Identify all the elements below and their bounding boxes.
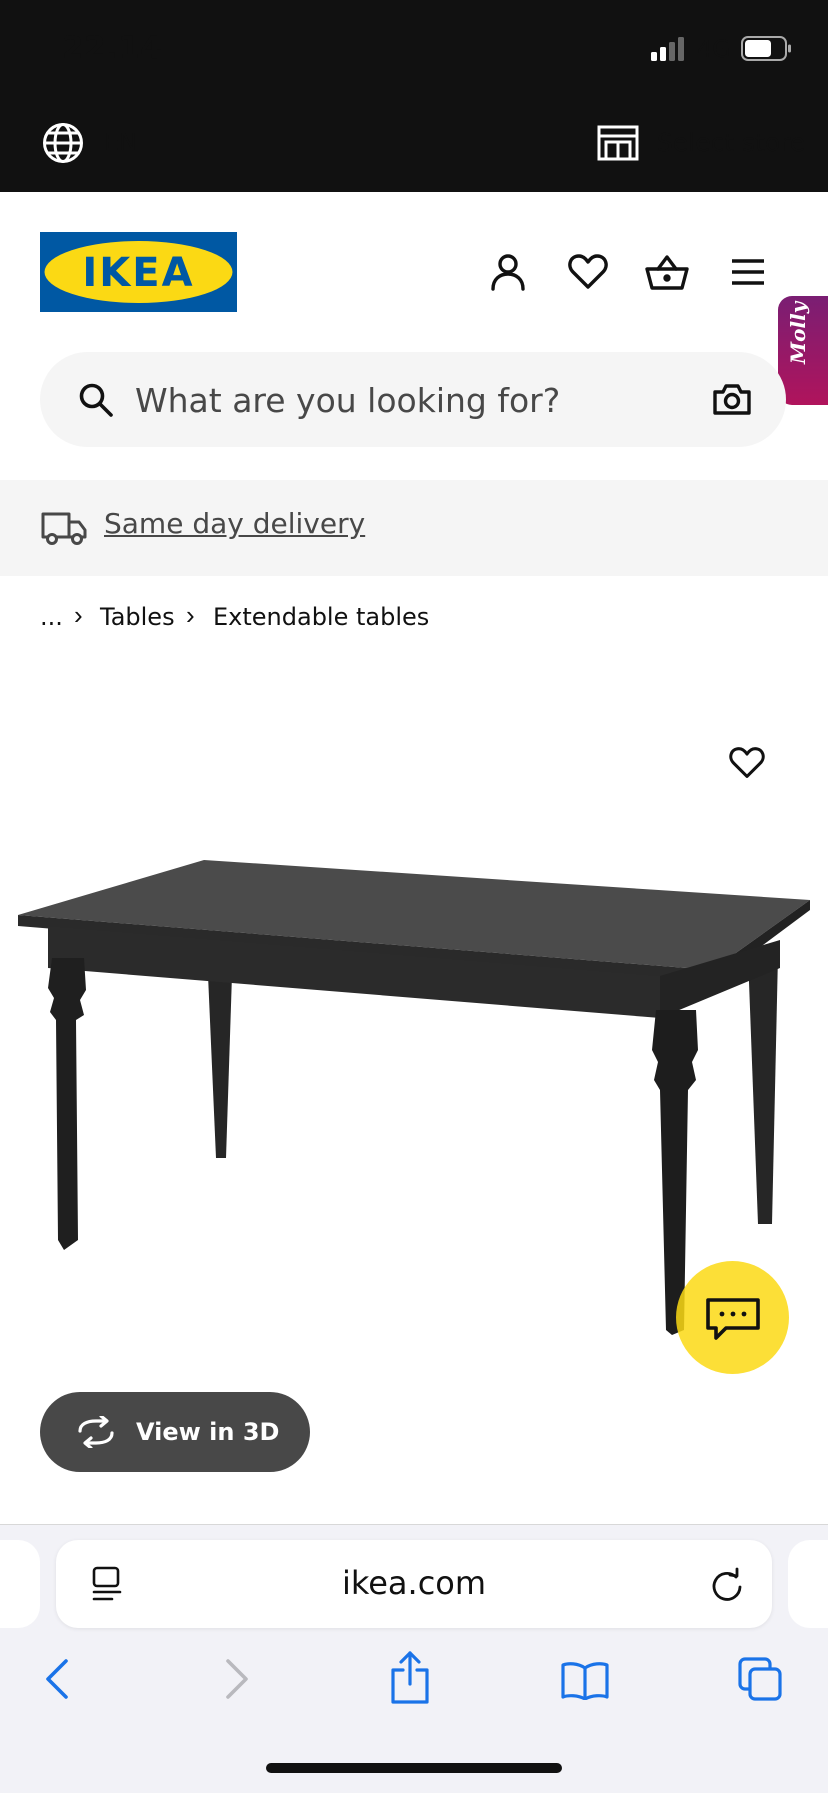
truck-icon (41, 510, 87, 546)
previous-tab-preview[interactable] (0, 1540, 40, 1628)
signal-icon (651, 37, 689, 61)
ikea-logo[interactable]: IKEA (40, 232, 237, 312)
network-type: 4G (697, 35, 731, 63)
basket-icon[interactable] (645, 252, 689, 292)
home-indicator (266, 1763, 562, 1773)
reload-icon[interactable] (710, 1566, 744, 1602)
tabs-icon[interactable] (737, 1656, 783, 1702)
person-icon[interactable] (488, 252, 528, 292)
globe-icon[interactable] (42, 122, 84, 164)
heart-icon[interactable] (567, 253, 609, 291)
breadcrumb-extendable-tables[interactable]: Extendable tables (213, 603, 429, 631)
same-day-delivery-link[interactable]: Same day delivery (104, 507, 365, 540)
molly-assistant-tab[interactable]: Molly (778, 296, 828, 405)
store-icon[interactable] (597, 125, 639, 161)
language-selector[interactable]: EN (104, 128, 137, 156)
chevron-right-icon: › (74, 600, 83, 630)
search-icon[interactable] (78, 382, 114, 418)
rotate-3d-icon (74, 1416, 118, 1448)
bookmarks-icon[interactable] (560, 1660, 610, 1700)
share-icon[interactable] (389, 1650, 431, 1706)
back-icon[interactable] (44, 1658, 70, 1700)
menu-icon[interactable] (730, 258, 766, 286)
chat-icon (704, 1296, 762, 1342)
svg-text:IKEA: IKEA (82, 250, 194, 296)
breadcrumb-tables[interactable]: Tables (100, 603, 175, 631)
view-in-3d-label: View in 3D (136, 1418, 280, 1446)
favorite-heart-icon[interactable] (728, 746, 766, 780)
chevron-right-icon: › (186, 600, 195, 630)
forward-icon[interactable] (224, 1658, 250, 1700)
next-tab-preview[interactable] (788, 1540, 828, 1628)
search-input[interactable]: What are you looking for? (135, 381, 560, 420)
status-time: 22.14 (62, 30, 163, 66)
top-bar (0, 0, 828, 192)
battery-icon (741, 36, 793, 62)
breadcrumb-ellipsis[interactable]: ... (40, 603, 63, 631)
url-text[interactable]: ikea.com (56, 1564, 772, 1602)
camera-icon[interactable] (713, 382, 751, 416)
select-store-link[interactable]: Select store (657, 128, 805, 157)
